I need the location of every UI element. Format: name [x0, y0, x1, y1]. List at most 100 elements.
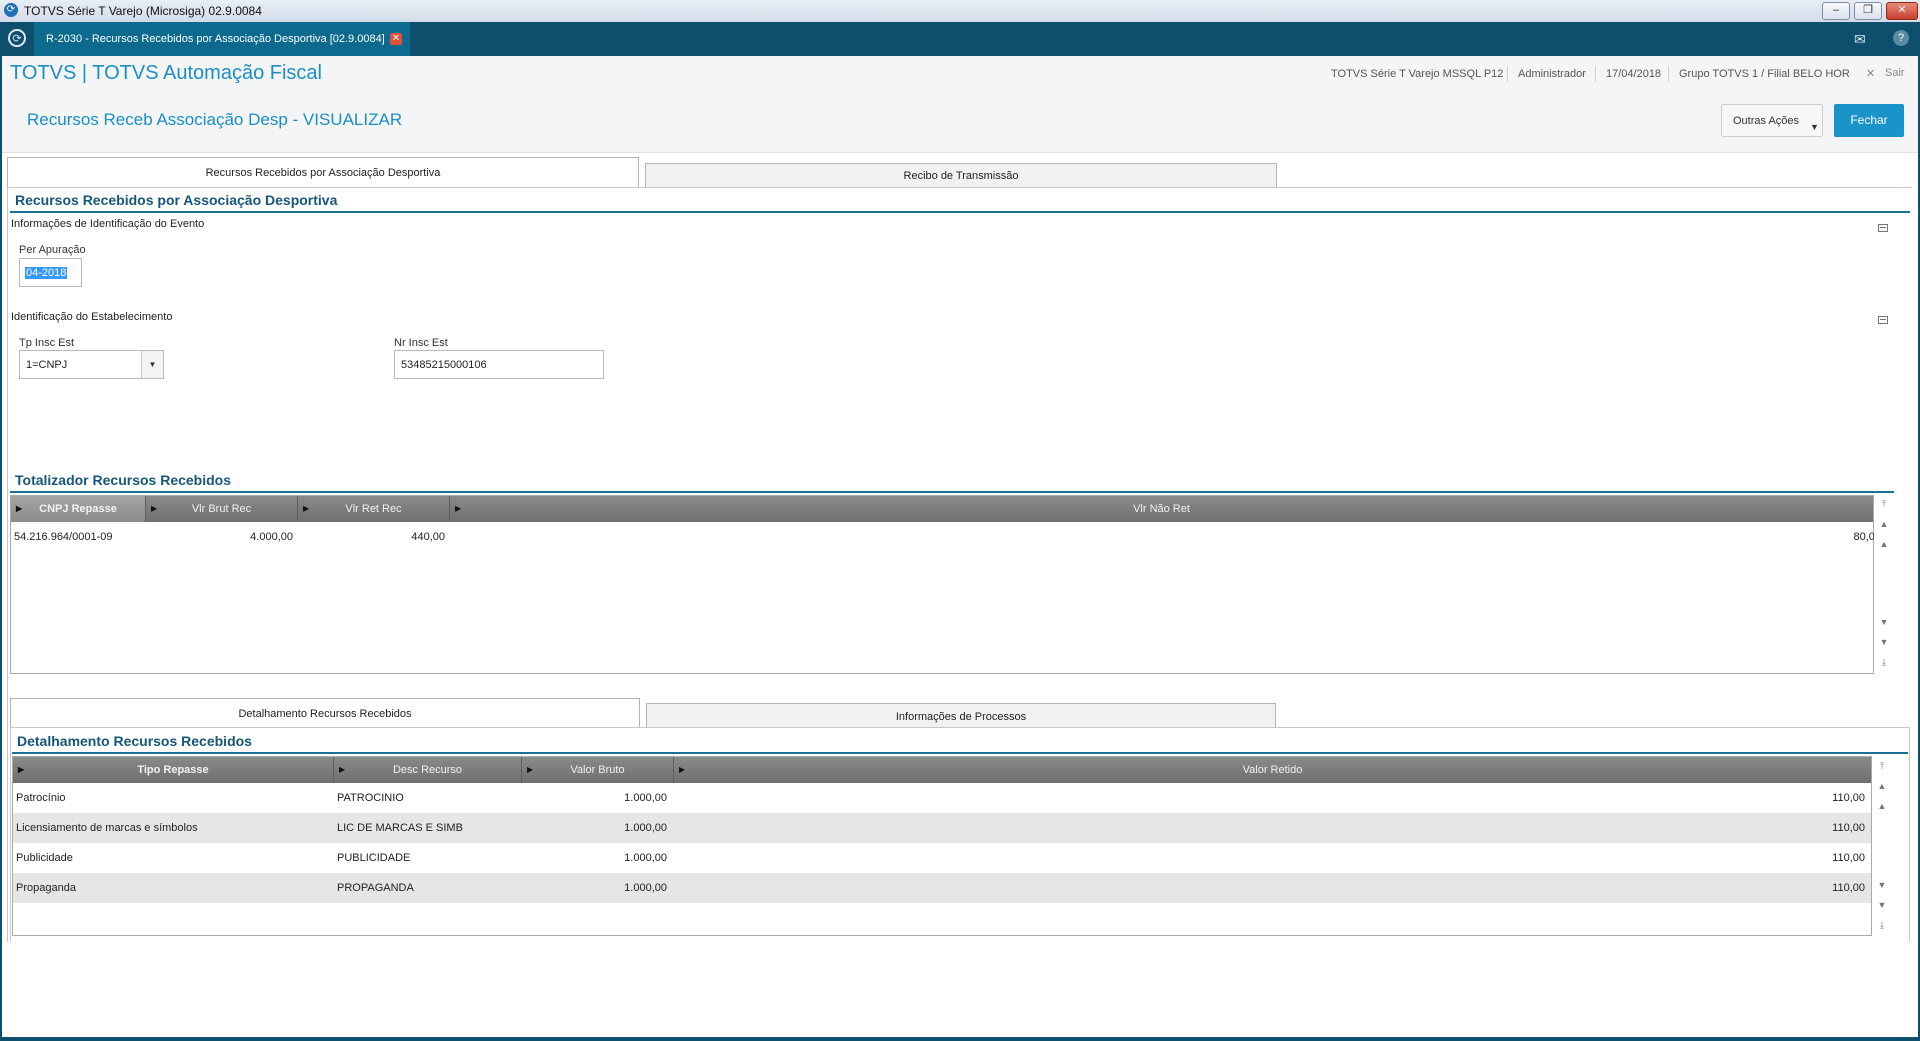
scroll-up-icon[interactable]: ▲	[1872, 777, 1892, 795]
brand-title: TOTVS | TOTVS Automação Fiscal	[10, 62, 322, 84]
table-row[interactable]: Propaganda PROPAGANDA 1.000,00 110,00	[13, 873, 1871, 903]
environment-label: TOTVS Série T Varejo MSSQL P12	[1331, 68, 1504, 80]
tab-recursos-recebidos[interactable]: Recursos Recebidos por Associação Despor…	[7, 157, 639, 188]
col-label: Vlr Não Ret	[1133, 503, 1190, 515]
col-label: Valor Retido	[1242, 764, 1303, 776]
scroll-bottom-icon[interactable]: ⤓	[1872, 916, 1892, 934]
cell-desc-recurso: LIC DE MARCAS E SIMB	[337, 822, 463, 834]
tab-r2030[interactable]: R-2030 - Recursos Recebidos por Associaç…	[34, 22, 410, 56]
scroll-up-icon[interactable]: ▲	[1874, 515, 1894, 533]
column-arrow-icon: ▶	[339, 765, 346, 774]
col-label: Vlr Brut Rec	[191, 503, 252, 515]
scroll-up-icon[interactable]: ▲	[1872, 797, 1892, 815]
cell-desc-recurso: PATROCINIO	[337, 792, 404, 804]
header-divider	[1595, 66, 1596, 82]
tab-r2030-label: R-2030 - Recursos Recebidos por Associaç…	[46, 33, 385, 45]
col-desc-recurso[interactable]: ▶ Desc Recurso	[334, 757, 522, 783]
scroll-bottom-icon[interactable]: ⤓	[1874, 653, 1894, 671]
section-divider	[12, 752, 1908, 754]
close-tab-icon[interactable]: ✕	[390, 33, 402, 45]
section-divider	[10, 491, 1894, 493]
column-arrow-icon: ▶	[455, 504, 462, 513]
cell-vlr-nao-ret: 80,00	[1853, 531, 1881, 543]
scroll-down-icon[interactable]: ▼	[1874, 633, 1894, 651]
section-title-detalhamento: Detalhamento Recursos Recebidos	[17, 733, 252, 749]
tab-informacoes-processos[interactable]: Informações de Processos	[646, 703, 1276, 728]
table-row[interactable]: 54.216.964/0001-09 4.000,00 440,00 80,00	[11, 522, 1881, 552]
col-vlr-nao-ret[interactable]: ▶ Vlr Não Ret	[450, 496, 1873, 522]
col-label: CNPJ Repasse	[39, 503, 117, 515]
col-vlr-brut-rec[interactable]: ▶ Vlr Brut Rec	[146, 496, 298, 522]
os-window-title: TOTVS Série T Varejo (Microsiga) 02.9.00…	[24, 4, 262, 18]
exit-link[interactable]: Sair	[1885, 67, 1905, 79]
date-label: 17/04/2018	[1606, 68, 1662, 80]
column-arrow-icon: ▶	[18, 765, 25, 774]
column-arrow-icon: ▶	[679, 765, 686, 774]
cell-tipo-repasse: Propaganda	[16, 882, 76, 894]
column-arrow-icon: ▶	[16, 504, 23, 513]
table-row[interactable]: Publicidade PUBLICIDADE 1.000,00 110,00	[13, 843, 1871, 873]
scroll-down-icon[interactable]: ▼	[1874, 613, 1894, 631]
cell-valor-bruto: 1.000,00	[624, 822, 667, 834]
grid-header: ▶ CNPJ Repasse ▶ Vlr Brut Rec ▶ Vlr Ret …	[11, 496, 1873, 522]
cell-valor-retido: 110,00	[1832, 822, 1865, 834]
col-vlr-ret-rec[interactable]: ▶ Vlr Ret Rec	[298, 496, 450, 522]
restore-button[interactable]: ❐	[1854, 2, 1882, 20]
help-icon[interactable]: ?	[1893, 30, 1909, 46]
nr-insc-field[interactable]: 53485215000106	[394, 350, 604, 379]
mail-icon[interactable]: ✉	[1854, 31, 1866, 48]
chevron-down-icon: ▼	[1810, 122, 1819, 132]
grid-header: ▶ Tipo Repasse ▶ Desc Recurso ▶ Valor Br…	[13, 757, 1871, 783]
col-label: Tipo Repasse	[137, 764, 209, 776]
scroll-down-icon[interactable]: ▼	[1872, 896, 1892, 914]
cell-valor-bruto: 1.000,00	[624, 792, 667, 804]
cell-desc-recurso: PROPAGANDA	[337, 882, 414, 894]
window-bottom-border	[0, 1037, 1920, 1041]
minimize-button[interactable]: –	[1822, 2, 1850, 20]
cell-valor-retido: 110,00	[1832, 852, 1865, 864]
scroll-top-icon[interactable]: ⤒	[1872, 757, 1892, 775]
tab-recibo-transmissao[interactable]: Recibo de Transmissão	[645, 163, 1277, 188]
table-row[interactable]: Licensiamento de marcas e símbolos LIC D…	[13, 813, 1871, 843]
col-label: Vlr Ret Rec	[345, 503, 402, 515]
col-label: Desc Recurso	[392, 764, 463, 776]
tp-insc-select[interactable]: 1=CNPJ ▼	[19, 350, 164, 379]
col-tipo-repasse[interactable]: ▶ Tipo Repasse	[13, 757, 334, 783]
column-arrow-icon: ▶	[151, 504, 158, 513]
close-button[interactable]: Fechar	[1834, 104, 1904, 137]
close-window-button[interactable]: ✕	[1886, 2, 1918, 20]
scroll-down-icon[interactable]: ▼	[1872, 876, 1892, 894]
window-left-border	[0, 22, 2, 1041]
nr-insc-label: Nr Insc Est	[394, 337, 448, 349]
table-row[interactable]: Patrocínio PATROCINIO 1.000,00 110,00	[13, 783, 1871, 813]
cell-valor-retido: 110,00	[1832, 882, 1865, 894]
per-apuracao-field[interactable]: 04-2018	[19, 258, 82, 287]
col-label: Valor Bruto	[570, 764, 625, 776]
cell-cnpj: 54.216.964/0001-09	[14, 531, 113, 543]
tab-detalhamento[interactable]: Detalhamento Recursos Recebidos	[10, 698, 640, 728]
scroll-up-icon[interactable]: ▲	[1874, 535, 1894, 553]
header-divider	[1668, 66, 1669, 82]
col-valor-bruto[interactable]: ▶ Valor Bruto	[522, 757, 674, 783]
chevron-down-icon[interactable]: ▼	[141, 351, 163, 378]
totalizador-scrollbar[interactable]: ⤒ ▲ ▲ ▼ ▼ ⤓	[1874, 495, 1894, 674]
cell-tipo-repasse: Licensiamento de marcas e símbolos	[16, 822, 198, 834]
app-logo-icon: ⟳	[4, 3, 18, 17]
page-title: Recursos Receb Associação Desp - VISUALI…	[27, 110, 403, 129]
col-cnpj-repasse[interactable]: ▶ CNPJ Repasse	[11, 496, 146, 522]
per-apuracao-label: Per Apuração	[19, 244, 86, 256]
detalhamento-scrollbar[interactable]: ⤒ ▲ ▲ ▼ ▼ ⤓	[1872, 756, 1892, 936]
col-valor-retido[interactable]: ▶ Valor Retido	[674, 757, 1871, 783]
other-actions-label: Outras Ações	[1733, 115, 1800, 127]
cell-valor-retido: 110,00	[1832, 792, 1865, 804]
exit-icon[interactable]: ✕	[1866, 67, 1875, 80]
collapse-icon[interactable]	[1878, 224, 1888, 232]
cell-vlr-brut: 4.000,00	[250, 531, 293, 543]
home-icon[interactable]: ⟳	[8, 29, 26, 47]
cell-valor-bruto: 1.000,00	[624, 852, 667, 864]
detalhamento-grid: ▶ Tipo Repasse ▶ Desc Recurso ▶ Valor Br…	[12, 756, 1872, 936]
collapse-icon[interactable]	[1878, 316, 1888, 324]
other-actions-button[interactable]: Outras Ações ▼	[1721, 104, 1823, 137]
estab-group-title: Identificação do Estabelecimento	[11, 311, 173, 323]
scroll-top-icon[interactable]: ⤒	[1874, 495, 1894, 513]
